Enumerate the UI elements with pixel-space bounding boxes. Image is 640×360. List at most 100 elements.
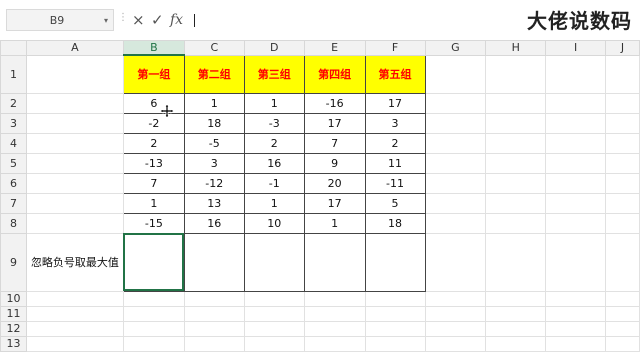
data-cell[interactable]: 18: [183, 112, 245, 134]
select-all-corner[interactable]: [0, 40, 27, 56]
cell-empty[interactable]: [605, 232, 640, 292]
row-header-5[interactable]: 5: [0, 152, 27, 174]
result-cell[interactable]: [243, 232, 305, 292]
data-cell[interactable]: -15: [122, 212, 185, 234]
row-header-2[interactable]: 2: [0, 92, 27, 114]
enter-icon[interactable]: ✓: [151, 10, 164, 30]
cell-empty[interactable]: [545, 232, 607, 292]
column-header-e[interactable]: E: [303, 40, 366, 56]
cell-empty[interactable]: [424, 320, 487, 337]
cell-empty[interactable]: [485, 112, 547, 134]
cell-empty[interactable]: [424, 54, 487, 94]
column-header-a[interactable]: A: [25, 40, 124, 56]
row-header-1[interactable]: 1: [0, 54, 27, 94]
data-cell[interactable]: -2: [122, 112, 185, 134]
cell-empty[interactable]: [545, 172, 607, 194]
cell-empty[interactable]: [485, 290, 547, 307]
column-header-i[interactable]: I: [545, 40, 607, 56]
row9-label[interactable]: 忽略负号取最大值: [25, 232, 124, 292]
cell-empty[interactable]: [545, 132, 607, 154]
column-header-d[interactable]: D: [243, 40, 305, 56]
cell-empty[interactable]: [485, 132, 547, 154]
row-header-6[interactable]: 6: [0, 172, 27, 194]
cell-empty[interactable]: [122, 320, 185, 337]
cell-empty[interactable]: [25, 335, 124, 352]
result-cell[interactable]: [303, 232, 366, 292]
cell-empty[interactable]: [485, 305, 547, 322]
data-cell[interactable]: 1: [243, 192, 305, 214]
data-cell[interactable]: -1: [243, 172, 305, 194]
cell-empty[interactable]: [545, 320, 607, 337]
data-cell[interactable]: 2: [243, 132, 305, 154]
cell-empty[interactable]: [605, 54, 640, 94]
cell-empty[interactable]: [25, 320, 124, 337]
cell-empty[interactable]: [25, 152, 124, 174]
cell-empty[interactable]: [25, 192, 124, 214]
cell-empty[interactable]: [485, 172, 547, 194]
result-cell[interactable]: [364, 232, 426, 292]
cell-empty[interactable]: [424, 192, 487, 214]
data-cell[interactable]: 9: [303, 152, 366, 174]
cell-empty[interactable]: [545, 335, 607, 352]
group-header-3[interactable]: 第三组: [243, 54, 305, 94]
cell-empty[interactable]: [485, 320, 547, 337]
cell-empty[interactable]: [605, 212, 640, 234]
data-cell[interactable]: -12: [183, 172, 245, 194]
cell-empty[interactable]: [243, 305, 305, 322]
data-cell[interactable]: 1: [303, 212, 366, 234]
formula-input[interactable]: [194, 10, 494, 30]
data-cell[interactable]: 1: [183, 92, 245, 114]
row-header-12[interactable]: 12: [0, 320, 27, 337]
cell-empty[interactable]: [424, 112, 487, 134]
data-cell[interactable]: -16: [303, 92, 366, 114]
data-cell[interactable]: 16: [183, 212, 245, 234]
cell-empty[interactable]: [424, 152, 487, 174]
data-cell[interactable]: -3: [243, 112, 305, 134]
data-cell[interactable]: -11: [364, 172, 426, 194]
cell-empty[interactable]: [183, 335, 245, 352]
cell-empty[interactable]: [605, 132, 640, 154]
cell-empty[interactable]: [183, 320, 245, 337]
cell-empty[interactable]: [424, 335, 487, 352]
data-cell[interactable]: 17: [364, 92, 426, 114]
data-cell[interactable]: 1: [243, 92, 305, 114]
cell-empty[interactable]: [303, 320, 366, 337]
data-cell[interactable]: 11: [364, 152, 426, 174]
row-header-11[interactable]: 11: [0, 305, 27, 322]
cell-empty[interactable]: [25, 212, 124, 234]
cell-empty[interactable]: [25, 305, 124, 322]
cell-empty[interactable]: [25, 290, 124, 307]
data-cell[interactable]: 18: [364, 212, 426, 234]
cell-empty[interactable]: [485, 92, 547, 114]
data-cell[interactable]: 3: [364, 112, 426, 134]
cell-empty[interactable]: [25, 112, 124, 134]
result-cell-b9[interactable]: [122, 232, 185, 292]
cell-empty[interactable]: [605, 152, 640, 174]
data-cell[interactable]: 5: [364, 192, 426, 214]
cell-empty[interactable]: [25, 132, 124, 154]
insert-function-button[interactable]: fx: [170, 10, 183, 30]
cell-empty[interactable]: [545, 152, 607, 174]
drag-handle-icon[interactable]: ⋮: [118, 12, 128, 23]
cell-empty[interactable]: [605, 192, 640, 214]
cell-empty[interactable]: [545, 54, 607, 94]
cell-empty[interactable]: [303, 290, 366, 307]
data-cell[interactable]: 17: [303, 192, 366, 214]
data-cell[interactable]: 1: [122, 192, 185, 214]
cell-empty[interactable]: [485, 54, 547, 94]
cancel-icon[interactable]: ×: [132, 10, 145, 30]
data-cell[interactable]: 17: [303, 112, 366, 134]
cell-empty[interactable]: [183, 290, 245, 307]
data-cell[interactable]: 2: [122, 132, 185, 154]
chevron-down-icon[interactable]: ▾: [99, 16, 113, 25]
cell-empty[interactable]: [424, 232, 487, 292]
cell-empty[interactable]: [605, 172, 640, 194]
cell-empty[interactable]: [605, 335, 640, 352]
cell-empty[interactable]: [605, 305, 640, 322]
cell-empty[interactable]: [424, 92, 487, 114]
column-header-h[interactable]: H: [485, 40, 547, 56]
cell-empty[interactable]: [243, 320, 305, 337]
data-cell[interactable]: -13: [122, 152, 185, 174]
cell-empty[interactable]: [545, 192, 607, 214]
cell-empty[interactable]: [183, 305, 245, 322]
